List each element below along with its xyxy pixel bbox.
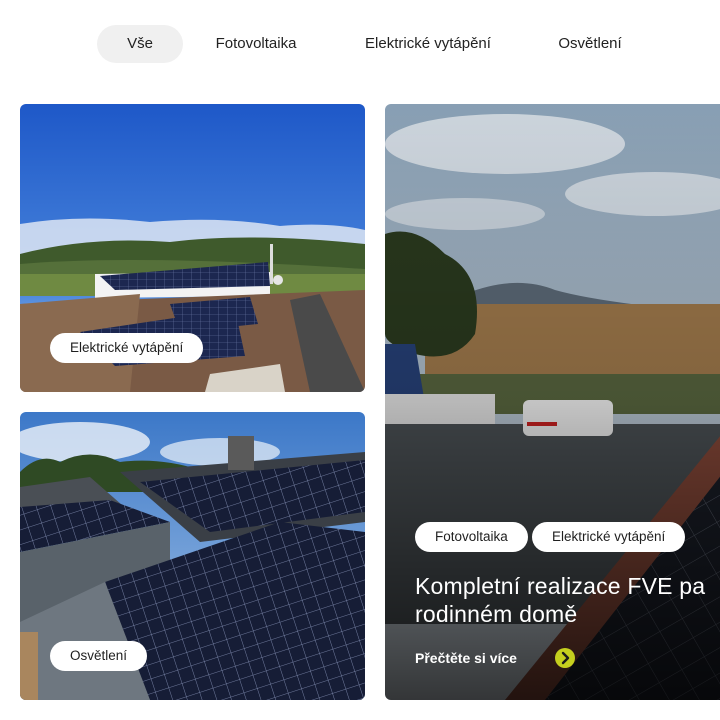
project-card-electric-heating[interactable]: Elektrické vytápění (20, 104, 365, 392)
project-title-line-2: rodinném domě (415, 601, 578, 627)
project-title[interactable]: Kompletní realizace FVE pa rodinném domě (415, 572, 720, 628)
project-card-featured[interactable]: Fotovoltaika Elektrické vytápění Komplet… (385, 104, 720, 700)
tag-photovoltaics[interactable]: Fotovoltaika (415, 522, 528, 552)
tag-electric-heating[interactable]: Elektrické vytápění (50, 333, 204, 363)
project-title-line-1: Kompletní realizace FVE pa (415, 573, 706, 599)
tab-photovoltaics[interactable]: Fotovoltaika (196, 25, 316, 63)
tab-all[interactable]: Vše (97, 25, 183, 63)
tag-electric-heating-featured[interactable]: Elektrické vytápění (532, 522, 686, 552)
tab-electric-heating[interactable]: Elektrické vytápění (344, 25, 512, 63)
category-filter-tabs: Vše Fotovoltaika Elektrické vytápění Osv… (0, 0, 720, 90)
tab-lighting[interactable]: Osvětlení (540, 25, 640, 63)
project-card-lighting[interactable]: Osvětlení (20, 412, 365, 700)
chevron-right-icon (555, 648, 575, 668)
read-more-label: Přečtěte si více (415, 650, 517, 666)
read-more-link[interactable]: Přečtěte si více (415, 644, 575, 672)
tag-lighting[interactable]: Osvětlení (50, 641, 148, 671)
